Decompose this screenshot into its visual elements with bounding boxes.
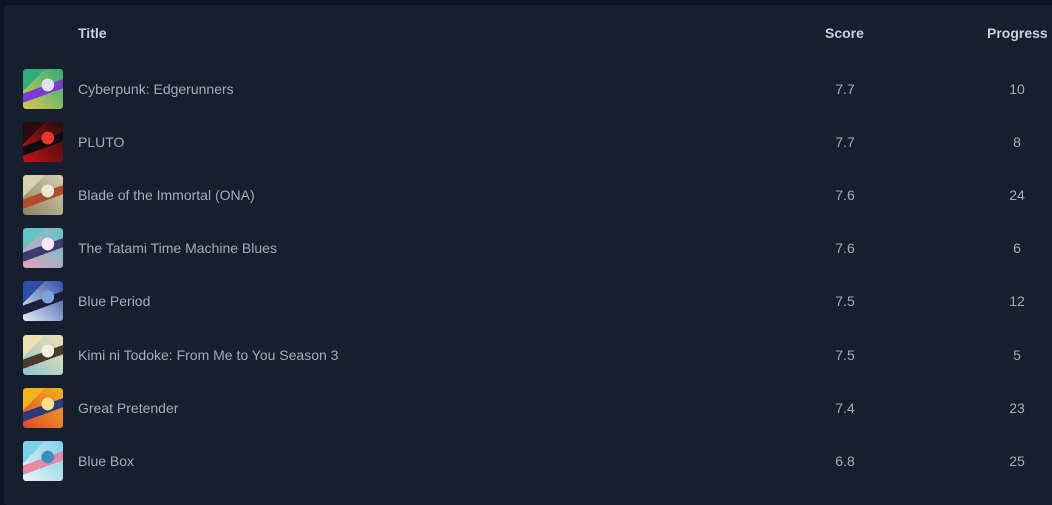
table-row[interactable]: Blade of the Immortal (ONA) 7.6 24 <box>4 174 1052 227</box>
entry-title[interactable]: Great Pretender <box>78 400 178 416</box>
entry-progress: 23 <box>1009 400 1025 416</box>
entry-score: 7.6 <box>835 187 855 203</box>
table-row[interactable]: PLUTO 7.7 8 <box>4 121 1052 174</box>
entry-score: 7.5 <box>835 347 855 363</box>
entry-progress: 6 <box>1013 240 1021 256</box>
cover-image[interactable] <box>23 281 63 321</box>
table-row[interactable]: Blue Box 6.8 25 <box>4 440 1052 493</box>
entry-progress: 25 <box>1009 453 1025 469</box>
entry-score: 7.7 <box>835 81 855 97</box>
entry-title[interactable]: Cyberpunk: Edgerunners <box>78 81 234 97</box>
cover-image[interactable] <box>23 122 63 162</box>
cover-image[interactable] <box>23 388 63 428</box>
entry-score: 7.7 <box>835 134 855 150</box>
cover-image[interactable] <box>23 441 63 481</box>
entry-title[interactable]: Blade of the Immortal (ONA) <box>78 187 255 203</box>
media-list-panel: Title Score Progress Cyberpunk: Edgerunn… <box>4 5 1052 505</box>
table-row[interactable]: Kimi ni Todoke: From Me to You Season 3 … <box>4 334 1052 387</box>
entry-score: 6.8 <box>835 453 855 469</box>
table-header: Title Score Progress <box>4 5 1052 60</box>
table-row[interactable]: Cyberpunk: Edgerunners 7.7 10 <box>4 68 1052 121</box>
table-row[interactable]: The Tatami Time Machine Blues 7.6 6 <box>4 227 1052 280</box>
progress-column-header[interactable]: Progress <box>987 25 1048 41</box>
entry-title[interactable]: Blue Period <box>78 293 150 309</box>
entry-progress: 8 <box>1013 134 1021 150</box>
entry-progress: 24 <box>1009 187 1025 203</box>
entry-score: 7.5 <box>835 293 855 309</box>
entry-score: 7.4 <box>835 400 855 416</box>
cover-image[interactable] <box>23 335 63 375</box>
table-row[interactable]: Great Pretender 7.4 23 <box>4 387 1052 440</box>
cover-image[interactable] <box>23 69 63 109</box>
cover-image[interactable] <box>23 228 63 268</box>
entry-progress: 10 <box>1009 81 1025 97</box>
table-row[interactable]: Blue Period 7.5 12 <box>4 280 1052 334</box>
entry-score: 7.6 <box>835 240 855 256</box>
cover-image[interactable] <box>23 175 63 215</box>
entry-title[interactable]: Blue Box <box>78 453 134 469</box>
score-column-header[interactable]: Score <box>825 25 864 41</box>
entry-title[interactable]: Kimi ni Todoke: From Me to You Season 3 <box>78 347 338 363</box>
entry-progress: 12 <box>1009 293 1025 309</box>
entry-progress: 5 <box>1013 347 1021 363</box>
table-body: Cyberpunk: Edgerunners 7.7 10 PLUTO 7.7 … <box>4 68 1052 493</box>
entry-title[interactable]: The Tatami Time Machine Blues <box>78 240 277 256</box>
title-column-header[interactable]: Title <box>78 25 107 41</box>
entry-title[interactable]: PLUTO <box>78 134 124 150</box>
